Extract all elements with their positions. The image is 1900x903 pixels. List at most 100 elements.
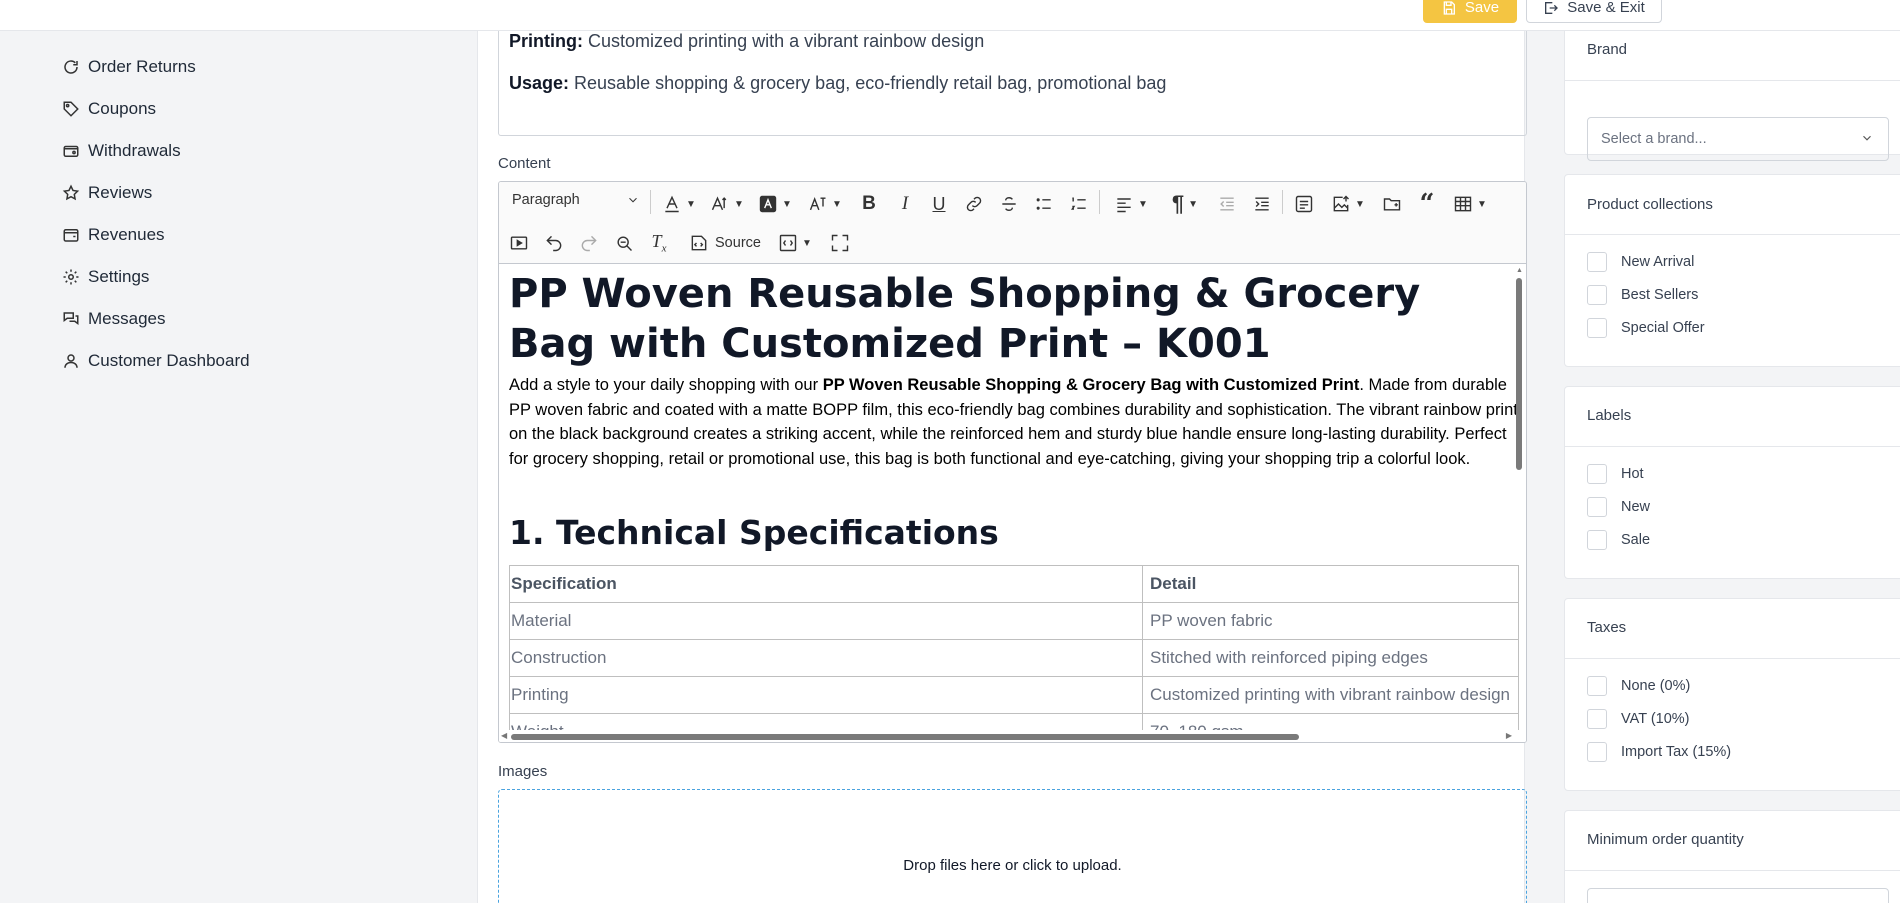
horizontal-scrollbar[interactable]: ◀ ▶ bbox=[499, 730, 1526, 742]
exit-icon bbox=[1545, 1, 1559, 14]
undo-button[interactable] bbox=[542, 231, 566, 255]
sidebar-item-settings[interactable]: Settings bbox=[62, 267, 149, 287]
collection-option-new-arrival[interactable]: New Arrival bbox=[1587, 252, 1694, 272]
scroll-up-arrow[interactable]: ▲ bbox=[1516, 267, 1523, 274]
bold-button[interactable]: B bbox=[857, 192, 881, 216]
checkbox[interactable] bbox=[1587, 464, 1607, 484]
link-button[interactable] bbox=[962, 192, 986, 216]
content-editor[interactable]: Paragraph ▼ ▼ ▼ ▼ B I U ▼ ¶ ▼ ▼ “ ▼ Tx S… bbox=[498, 181, 1527, 743]
font-size-button[interactable]: ▼ bbox=[706, 192, 748, 216]
checkbox-label: Hot bbox=[1621, 466, 1644, 482]
checkbox[interactable] bbox=[1587, 285, 1607, 305]
checkbox[interactable] bbox=[1587, 530, 1607, 550]
sidebar-item-coupons[interactable]: Coupons bbox=[62, 99, 156, 119]
strikethrough-button[interactable] bbox=[997, 192, 1021, 216]
editor-content[interactable]: PP Woven Reusable Shopping & Grocery Bag… bbox=[499, 264, 1526, 742]
blockquote-button[interactable]: “ bbox=[1415, 189, 1439, 219]
checkbox-label: New bbox=[1621, 499, 1651, 515]
fullscreen-button[interactable] bbox=[828, 231, 852, 255]
sidebar-item-customer-dashboard[interactable]: Customer Dashboard bbox=[62, 351, 250, 371]
underline-button[interactable]: U bbox=[927, 192, 951, 216]
sidebar-item-reviews[interactable]: Reviews bbox=[62, 183, 152, 203]
media-embed-button[interactable] bbox=[507, 231, 531, 255]
collection-option-special-offer[interactable]: Special Offer bbox=[1587, 318, 1705, 338]
label-option-hot[interactable]: Hot bbox=[1587, 464, 1644, 484]
sidebar-item-order-returns[interactable]: Order Returns bbox=[62, 57, 196, 77]
label-option-sale[interactable]: Sale bbox=[1587, 530, 1650, 550]
min-order-input[interactable] bbox=[1587, 888, 1889, 903]
undo-icon bbox=[546, 235, 562, 252]
top-action-bar: Save Save & Exit bbox=[0, 0, 1900, 31]
font-family-button[interactable]: ▼ bbox=[805, 192, 845, 216]
tax-option-none[interactable]: None (0%) bbox=[1587, 676, 1690, 696]
horizontal-scrollbar-thumb[interactable] bbox=[511, 734, 1299, 740]
paragraph-direction-button[interactable]: ¶ ▼ bbox=[1164, 191, 1206, 216]
printing-key: Printing: bbox=[509, 31, 583, 51]
toolbar-separator bbox=[1099, 190, 1100, 214]
save-button[interactable]: Save bbox=[1423, 0, 1517, 23]
save-exit-button[interactable]: Save & Exit bbox=[1526, 0, 1662, 23]
card-divider bbox=[1565, 80, 1900, 81]
card-divider bbox=[1565, 870, 1900, 871]
indent-button[interactable] bbox=[1250, 192, 1274, 216]
insert-table-button[interactable]: ▼ bbox=[1449, 192, 1491, 216]
content-label: Content bbox=[498, 155, 551, 172]
checkbox[interactable] bbox=[1587, 742, 1607, 762]
gear-icon bbox=[63, 269, 79, 285]
heading-select[interactable]: Paragraph bbox=[512, 192, 640, 208]
sidebar-item-label: Customer Dashboard bbox=[88, 351, 250, 370]
revenue-icon bbox=[63, 229, 79, 242]
redo-button[interactable] bbox=[577, 231, 601, 255]
insert-image-button[interactable]: ▼ bbox=[1327, 192, 1369, 216]
show-blocks-button[interactable]: ▼ bbox=[774, 231, 816, 255]
vertical-scrollbar[interactable]: ▲ ▼ bbox=[1516, 267, 1523, 739]
show-blocks-icon bbox=[779, 234, 797, 252]
scroll-left-arrow[interactable]: ◀ bbox=[501, 731, 507, 740]
table-row: Printing Customized printing with vibran… bbox=[509, 676, 1519, 714]
italic-button[interactable]: I bbox=[893, 192, 917, 216]
usage-key: Usage: bbox=[509, 73, 570, 93]
refresh-icon bbox=[64, 60, 78, 74]
usage-value: Reusable shopping & grocery bag, eco-fri… bbox=[569, 73, 1167, 93]
collection-option-best-sellers[interactable]: Best Sellers bbox=[1587, 285, 1698, 305]
numbered-list-button[interactable] bbox=[1067, 192, 1091, 216]
checkbox-label: VAT (10%) bbox=[1621, 711, 1690, 727]
vertical-scrollbar-thumb[interactable] bbox=[1516, 278, 1522, 470]
checkbox[interactable] bbox=[1587, 709, 1607, 729]
brand-card: Brand Select a brand... bbox=[1564, 20, 1900, 161]
label-option-new[interactable]: New bbox=[1587, 497, 1650, 517]
file-manager-button[interactable] bbox=[1380, 192, 1404, 216]
source-button[interactable]: Source bbox=[689, 231, 761, 255]
bold-icon: B bbox=[862, 193, 876, 214]
checkbox[interactable] bbox=[1587, 497, 1607, 517]
sidebar: Order Returns Coupons Withdrawals Review… bbox=[0, 0, 392, 903]
image-dropzone[interactable]: Drop files here or click to upload. bbox=[498, 789, 1527, 903]
pilcrow-icon: ¶ bbox=[1171, 191, 1185, 216]
table-cell: PP woven fabric bbox=[1142, 602, 1519, 640]
sidebar-item-messages[interactable]: Messages bbox=[62, 309, 165, 329]
table-header-row: Specification Detail bbox=[509, 565, 1519, 603]
checkbox[interactable] bbox=[1587, 676, 1607, 696]
checkbox[interactable] bbox=[1587, 318, 1607, 338]
tag-icon bbox=[63, 101, 79, 117]
sidebar-item-withdrawals[interactable]: Withdrawals bbox=[62, 141, 181, 161]
sidebar-item-label: Order Returns bbox=[88, 57, 196, 76]
background-color-button[interactable]: ▼ bbox=[755, 192, 795, 216]
remove-format-button[interactable]: Tx bbox=[647, 231, 671, 255]
html-embed-button[interactable] bbox=[1292, 192, 1316, 216]
chevron-down-icon bbox=[1863, 135, 1871, 141]
card-divider bbox=[1565, 234, 1900, 235]
sidebar-item-label: Settings bbox=[88, 267, 150, 286]
outdent-button[interactable] bbox=[1215, 192, 1239, 216]
checkbox[interactable] bbox=[1587, 252, 1607, 272]
bulleted-list-button[interactable] bbox=[1032, 192, 1056, 216]
find-replace-button[interactable] bbox=[612, 231, 636, 255]
tax-option-import[interactable]: Import Tax (15%) bbox=[1587, 742, 1731, 762]
alignment-button[interactable]: ▼ bbox=[1111, 192, 1151, 216]
scroll-right-arrow[interactable]: ▶ bbox=[1506, 731, 1512, 740]
redo-icon bbox=[581, 235, 597, 252]
font-color-button[interactable]: ▼ bbox=[660, 192, 698, 216]
sidebar-item-revenues[interactable]: Revenues bbox=[62, 225, 165, 245]
tax-option-vat[interactable]: VAT (10%) bbox=[1587, 709, 1690, 729]
brand-select[interactable]: Select a brand... bbox=[1587, 117, 1889, 161]
